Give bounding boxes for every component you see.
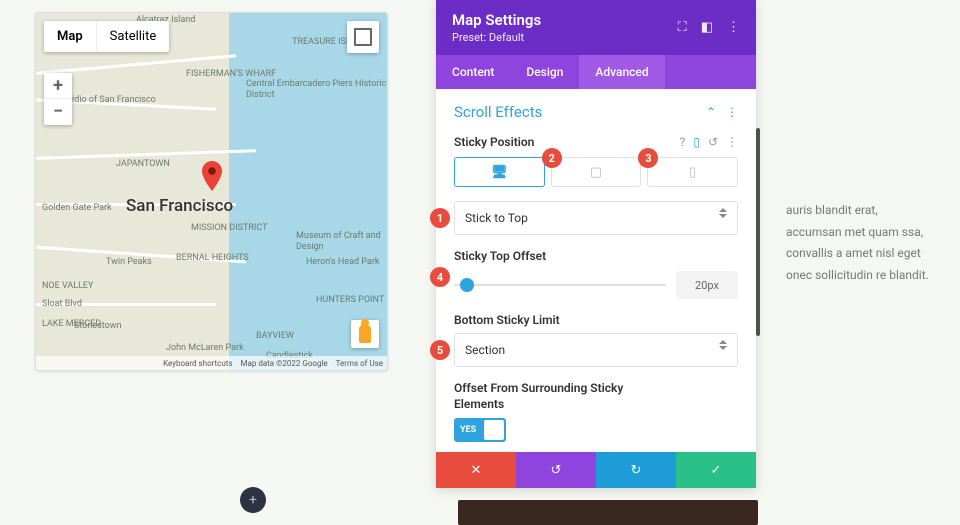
help-icon[interactable]: ?	[680, 135, 686, 149]
panel-header: Map Settings Preset: Default ⛶ ◧ ⋮	[436, 0, 756, 55]
zoom-in-button[interactable]: +	[44, 73, 72, 99]
poi-herons: Heron's Head Park	[306, 257, 379, 268]
badge-1: 1	[430, 208, 450, 228]
tabs: Content Design Advanced	[436, 55, 756, 89]
map-widget: Alcatraz Island TREASURE ISLAND FISHERMA…	[35, 12, 388, 371]
badge-2: 2	[542, 148, 562, 168]
poi-bayview: BAYVIEW	[256, 331, 294, 342]
sticky-position-label: Sticky Position	[454, 135, 534, 149]
poi-golden: Golden Gate Park	[42, 203, 112, 214]
fullscreen-icon[interactable]	[347, 21, 379, 53]
preset-label[interactable]: Preset: Default	[452, 31, 541, 44]
poi-noe: NOE VALLEY	[42, 281, 93, 292]
add-module-button[interactable]: +	[240, 487, 266, 513]
save-button[interactable]: ✓	[676, 452, 756, 488]
background-text: auris blandit erat, accumsan met quam ss…	[786, 200, 936, 286]
poi-twin: Twin Peaks	[106, 257, 152, 268]
scrollbar[interactable]	[756, 128, 760, 336]
toggle-yes-label: YES	[454, 425, 476, 435]
device-tablet[interactable]: ▢ 2	[551, 157, 642, 187]
panel-body: Scroll Effects ⌃ ⋮ Sticky Position ? ▯ ↺…	[436, 89, 756, 452]
redo-button[interactable]: ↻	[596, 452, 676, 488]
surrounding-toggle[interactable]: YES	[454, 418, 506, 442]
footer-buttons: ✕ ↺ ↻ ✓	[436, 452, 756, 488]
stick-to-select[interactable]: Stick to Top	[454, 201, 738, 235]
offset-value[interactable]: 20px	[676, 271, 738, 299]
tab-design[interactable]: Design	[510, 55, 579, 89]
undo-button[interactable]: ↺	[516, 452, 596, 488]
map-canvas[interactable]: Alcatraz Island TREASURE ISLAND FISHERMA…	[36, 13, 387, 370]
footer-terms[interactable]: Terms of Use	[336, 359, 383, 368]
map-type-switcher: Map Satellite	[44, 21, 169, 52]
sticky-offset-label: Sticky Top Offset	[454, 249, 738, 263]
poi-japantown: JAPANTOWN	[116, 159, 170, 170]
zoom-controls: + −	[44, 73, 72, 125]
cancel-button[interactable]: ✕	[436, 452, 516, 488]
panel-title: Map Settings	[452, 11, 541, 29]
tab-advanced[interactable]: Advanced	[579, 55, 664, 89]
badge-5: 5	[430, 340, 450, 360]
undo-icon[interactable]: ↺	[708, 135, 718, 149]
poi-embarcadero: Central Embarcadero Piers Historic Distr…	[246, 79, 387, 101]
badge-4: 4	[430, 267, 450, 287]
device-selector: 🖥 ▢ 2 ▯ 3	[454, 157, 738, 187]
image-preview	[458, 500, 758, 525]
map-tab-satellite[interactable]: Satellite	[97, 21, 170, 52]
menu-dots-icon[interactable]: ⋮	[727, 20, 740, 35]
bottom-limit-select[interactable]: Section	[454, 333, 738, 367]
tab-content[interactable]: Content	[436, 55, 510, 89]
map-footer: Keyboard shortcuts Map data ©2022 Google…	[36, 356, 387, 370]
chevron-up-icon[interactable]: ⌃	[706, 105, 716, 119]
phone-icon[interactable]: ▯	[693, 135, 700, 149]
device-desktop[interactable]: 🖥	[454, 157, 545, 187]
section-title[interactable]: Scroll Effects	[454, 103, 542, 121]
settings-panel: Map Settings Preset: Default ⛶ ◧ ⋮ Conte…	[436, 0, 756, 488]
poi-mclaren: John McLaren Park	[166, 343, 244, 354]
zoom-out-button[interactable]: −	[44, 99, 72, 125]
expand-icon[interactable]: ⛶	[678, 20, 687, 35]
poi-museum: Museum of Craft and Design	[296, 231, 387, 253]
toggle-knob	[484, 420, 504, 440]
section-menu-icon[interactable]: ⋮	[726, 105, 738, 119]
columns-icon[interactable]: ◧	[701, 20, 713, 35]
footer-mapdata: Map data ©2022 Google	[241, 359, 328, 368]
city-label: San Francisco	[126, 196, 233, 216]
surrounding-label: Offset From Surrounding Sticky Elements	[454, 381, 624, 412]
offset-slider[interactable]	[454, 284, 666, 286]
poi-bernal: BERNAL HEIGHTS	[176, 253, 249, 264]
slider-thumb[interactable]	[460, 278, 474, 292]
map-pin-icon	[201, 161, 223, 191]
map-tab-map[interactable]: Map	[44, 21, 97, 52]
poi-mission: MISSION DISTRICT	[191, 223, 267, 234]
poi-stonestown: Stonestown	[74, 321, 121, 332]
pegman-icon[interactable]	[351, 320, 379, 348]
device-phone[interactable]: ▯ 3	[647, 157, 738, 187]
badge-3: 3	[638, 148, 658, 168]
bottom-limit-label: Bottom Sticky Limit	[454, 313, 738, 327]
footer-shortcuts[interactable]: Keyboard shortcuts	[163, 359, 232, 368]
field-menu-icon[interactable]: ⋮	[726, 135, 738, 149]
poi-hunters: HUNTERS POINT	[316, 295, 384, 306]
poi-sloat: Sloat Blvd	[42, 299, 82, 310]
